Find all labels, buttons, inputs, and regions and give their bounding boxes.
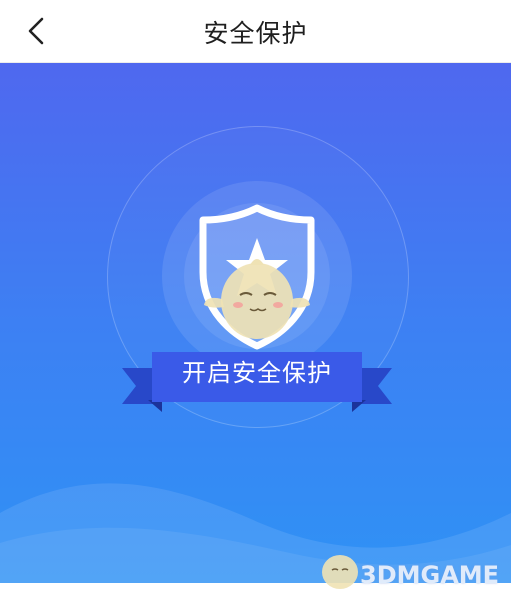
hero-panel: 开启安全保护 <box>0 63 511 583</box>
mascot-image <box>204 259 310 339</box>
watermark-text: 3DMGAME <box>360 561 500 589</box>
app-header: 安全保护 <box>0 0 511 63</box>
page-title: 安全保护 <box>203 19 308 48</box>
enable-protection-button[interactable]: 开启安全保护 <box>160 353 354 393</box>
